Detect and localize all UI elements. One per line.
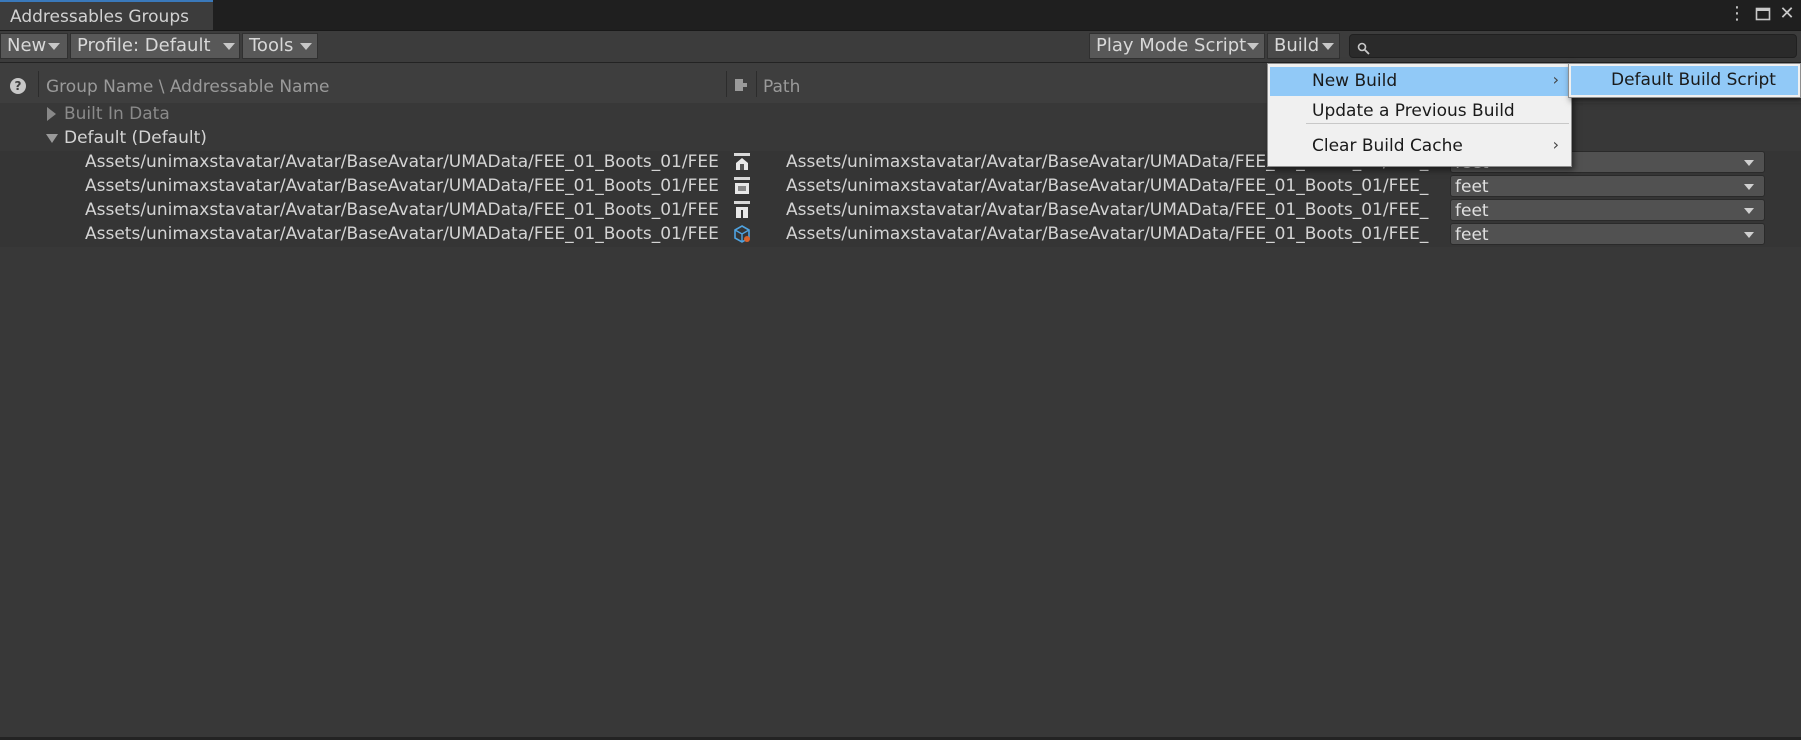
collapse-arrow-icon[interactable]	[46, 134, 58, 143]
menu-item-new-build[interactable]: New Build ›	[1270, 67, 1569, 96]
menu-item-label: Default Build Script	[1611, 70, 1776, 90]
menu-item-default-build-script[interactable]: Default Build Script	[1571, 66, 1798, 95]
chevron-right-icon: ›	[1552, 70, 1559, 89]
help-icon[interactable]: ?	[10, 78, 26, 94]
chevron-down-icon	[48, 43, 60, 50]
entry-name: Assets/unimaxstavatar/Avatar/BaseAvatar/…	[85, 224, 719, 244]
label-value: feet	[1455, 201, 1489, 221]
maximize-icon[interactable]	[1752, 3, 1774, 25]
label-dropdown[interactable]: feet	[1450, 223, 1765, 245]
entry-path: Assets/unimaxstavatar/Avatar/BaseAvatar/…	[786, 224, 1429, 244]
chevron-down-icon	[1744, 208, 1754, 214]
play-mode-script-button[interactable]: Play Mode Script	[1089, 33, 1265, 59]
list-item[interactable]: Assets/unimaxstavatar/Avatar/BaseAvatar/…	[0, 223, 1801, 247]
menu-item-label: Clear Build Cache	[1312, 136, 1463, 156]
toolbar: New Profile: Default Tools Play Mode Scr…	[0, 31, 1801, 63]
chevron-down-icon	[1247, 43, 1259, 50]
menu-item-label: Update a Previous Build	[1312, 101, 1515, 121]
entry-path: Assets/unimaxstavatar/Avatar/BaseAvatar/…	[786, 176, 1429, 196]
profile-label: Profile: Default	[77, 35, 211, 56]
menu-item-label: New Build	[1312, 71, 1398, 91]
new-button-label: New	[7, 35, 47, 56]
column-divider[interactable]	[38, 71, 39, 97]
entry-name: Assets/unimaxstavatar/Avatar/BaseAvatar/…	[85, 200, 719, 220]
menu-divider	[1306, 123, 1569, 124]
build-label: Build	[1274, 35, 1320, 56]
window-tab-bar: Addressables Groups ⋮ ✕	[0, 0, 1801, 31]
close-icon[interactable]: ✕	[1776, 3, 1798, 25]
chevron-down-icon	[223, 43, 235, 50]
new-build-submenu: Default Build Script	[1568, 63, 1801, 98]
group-label: Default (Default)	[64, 128, 207, 148]
list-item[interactable]: Assets/unimaxstavatar/Avatar/BaseAvatar/…	[0, 175, 1801, 199]
more-icon[interactable]: ⋮	[1726, 3, 1748, 25]
label-value: feet	[1455, 225, 1489, 245]
build-menu: New Build › Update a Previous Build Clea…	[1267, 63, 1572, 167]
entry-name: Assets/unimaxstavatar/Avatar/BaseAvatar/…	[85, 152, 719, 172]
column-divider[interactable]	[756, 71, 757, 97]
menu-item-update-previous-build[interactable]: Update a Previous Build	[1270, 97, 1569, 126]
chevron-down-icon	[1322, 43, 1334, 50]
expand-arrow-icon[interactable]	[47, 107, 56, 121]
play-mode-label: Play Mode Script	[1096, 35, 1247, 56]
search-icon	[1357, 37, 1371, 60]
chevron-down-icon	[1744, 160, 1754, 166]
tools-label: Tools	[249, 35, 294, 56]
tools-button[interactable]: Tools	[242, 33, 318, 59]
chevron-down-icon	[1744, 184, 1754, 190]
uma-slot-icon	[733, 152, 751, 172]
tab-addressables-groups[interactable]: Addressables Groups	[0, 0, 213, 30]
entry-name: Assets/unimaxstavatar/Avatar/BaseAvatar/…	[85, 176, 719, 196]
chevron-right-icon: ›	[1552, 135, 1559, 154]
group-label: Built In Data	[64, 104, 170, 124]
label-dropdown[interactable]: feet	[1450, 199, 1765, 221]
chevron-down-icon	[300, 43, 312, 50]
column-group-name[interactable]: Group Name \ Addressable Name	[46, 77, 330, 97]
profile-dropdown[interactable]: Profile: Default	[70, 33, 240, 59]
tab-title: Addressables Groups	[10, 7, 189, 27]
build-button[interactable]: Build	[1267, 33, 1340, 59]
menu-item-clear-build-cache[interactable]: Clear Build Cache ›	[1270, 132, 1569, 161]
prefab-icon	[733, 224, 751, 244]
list-item[interactable]: Assets/unimaxstavatar/Avatar/BaseAvatar/…	[0, 199, 1801, 223]
uma-overlay-icon	[733, 176, 751, 196]
search-input[interactable]	[1349, 34, 1797, 58]
label-value: feet	[1455, 177, 1489, 197]
column-path[interactable]: Path	[763, 77, 800, 97]
column-divider[interactable]	[726, 71, 727, 97]
entry-path: Assets/unimaxstavatar/Avatar/BaseAvatar/…	[786, 200, 1429, 220]
label-dropdown[interactable]: feet	[1450, 175, 1765, 197]
chevron-down-icon	[1744, 232, 1754, 238]
new-button[interactable]: New	[0, 33, 68, 59]
uma-recipe-icon	[733, 200, 751, 220]
address-mode-icon[interactable]	[733, 77, 749, 98]
